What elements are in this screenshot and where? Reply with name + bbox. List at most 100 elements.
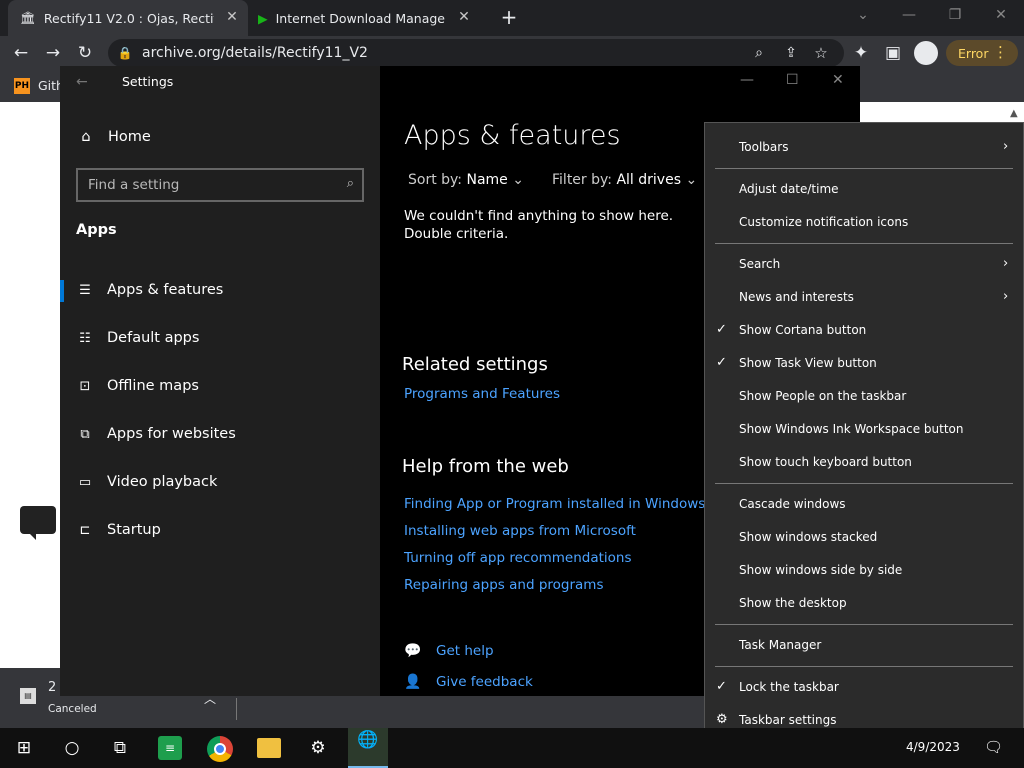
menu-item-news-and-interests[interactable]: News and interests › <box>705 281 1023 313</box>
zoom-icon[interactable]: ⌕ <box>748 42 770 64</box>
settings-title: Settings <box>122 74 174 89</box>
menu-item-label: Task Manager <box>739 638 822 652</box>
reload-icon[interactable]: ↻ <box>74 42 96 64</box>
filter-by-dropdown[interactable]: Filter by: All drives ⌄ <box>552 172 697 188</box>
sidebar-item-label: Startup <box>107 522 161 538</box>
menu-item-windows-side-by-side[interactable]: Show windows side by side <box>705 554 1023 586</box>
checkmark-icon: ✓ <box>716 355 727 370</box>
sidebar-item-label: Apps & features <box>107 282 224 298</box>
feedback-icon: 👤 <box>404 674 422 690</box>
menu-item-show-touch-keyboard[interactable]: Show touch keyboard button <box>705 446 1023 478</box>
error-button[interactable]: Error ⋮ <box>946 40 1018 66</box>
sidebar-item-video-playback[interactable]: ▭ Video playback <box>60 462 380 502</box>
menu-item-label: Show People on the taskbar <box>739 389 907 403</box>
share-icon[interactable]: ⇪ <box>780 42 802 64</box>
menu-item-show-task-view-button[interactable]: ✓ Show Task View button <box>705 347 1023 379</box>
sidebar-item-offline-maps[interactable]: ⊡ Offline maps <box>60 366 380 406</box>
menu-item-task-manager[interactable]: Task Manager <box>705 629 1023 661</box>
cortana-icon[interactable]: ○ <box>60 736 84 760</box>
tab-search-icon[interactable]: ⌄ <box>848 4 878 26</box>
menu-item-search[interactable]: Search › <box>705 248 1023 280</box>
menu-item-lock-taskbar[interactable]: ✓ Lock the taskbar <box>705 671 1023 703</box>
menu-item-customize-notification-icons[interactable]: Customize notification icons <box>705 206 1023 238</box>
browser-toolbar: ← → ↻ 🔒 archive.org/details/Rectify11_V2… <box>0 36 1024 70</box>
back-arrow-icon[interactable]: ← <box>10 42 32 64</box>
menu-item-show-ink-workspace[interactable]: Show Windows Ink Workspace button <box>705 413 1023 445</box>
profile-avatar-icon[interactable] <box>914 41 938 65</box>
help-link[interactable]: Repairing apps and programs <box>404 577 603 593</box>
sidebar-item-label: Video playback <box>107 474 218 490</box>
minimize-icon[interactable]: — <box>894 4 924 26</box>
search-icon[interactable]: ⌕ <box>347 176 354 191</box>
sidebar-item-apps-for-websites[interactable]: ⧉ Apps for websites <box>60 414 380 454</box>
browser-tab-2[interactable]: ▶ Internet Download Manager: Th ✕ <box>250 0 480 36</box>
settings-search-box[interactable]: ⌕ <box>76 168 364 202</box>
file-explorer-icon[interactable] <box>257 738 281 758</box>
menu-item-label: Search <box>739 257 781 271</box>
sidebar-item-startup[interactable]: ⊏ Startup <box>60 510 380 550</box>
extensions-puzzle-icon[interactable]: ✦ <box>850 42 872 64</box>
filter-value: All drives <box>616 172 681 188</box>
restore-icon[interactable]: ❐ <box>940 4 970 26</box>
menu-item-label: Show windows stacked <box>739 530 878 544</box>
menu-item-windows-stacked[interactable]: Show windows stacked <box>705 521 1023 553</box>
taskbar: ⊞ ○ ⧉ ≡ ⚙ 🌐 4/9/2023 🗨 <box>0 728 1024 768</box>
tab-close-icon[interactable]: ✕ <box>456 9 472 25</box>
notification-center-icon[interactable]: 🗨 <box>984 738 1003 756</box>
bookmark-star-icon[interactable]: ☆ <box>810 42 832 64</box>
tab-title: Internet Download Manager: Th <box>275 10 446 26</box>
internet-download-manager-icon[interactable]: 🌐 <box>348 728 388 768</box>
menu-item-cascade-windows[interactable]: Cascade windows <box>705 488 1023 520</box>
back-arrow-icon[interactable]: ← <box>76 74 88 90</box>
menu-item-show-desktop[interactable]: Show the desktop <box>705 587 1023 619</box>
empty-state-message: We couldn't find anything to show here. … <box>404 208 674 242</box>
programs-features-link[interactable]: Programs and Features <box>404 386 560 402</box>
close-icon[interactable]: ✕ <box>986 4 1016 26</box>
get-help-link[interactable]: 💬 Get help <box>404 643 493 659</box>
close-icon[interactable]: ✕ <box>832 72 844 88</box>
lock-icon[interactable]: 🔒 <box>114 42 136 64</box>
sidebar-item-apps-features[interactable]: ☰ Apps & features <box>60 270 380 310</box>
sidebar-item-home[interactable]: ⌂ Home <box>76 129 150 145</box>
maximize-icon[interactable]: ☐ <box>786 72 799 88</box>
menu-item-show-cortana-button[interactable]: ✓ Show Cortana button <box>705 314 1023 346</box>
tab-title: Rectify11 V2.0 : Ojas, Rectify11 <box>43 10 214 26</box>
download-name[interactable]: 2 <box>48 680 56 695</box>
sidebar-item-label: Apps for websites <box>107 426 236 442</box>
chat-bubble-icon[interactable] <box>20 506 56 540</box>
sidebar-item-label: Offline maps <box>107 378 199 394</box>
bookmark-favicon-icon: PH <box>14 78 30 94</box>
forward-arrow-icon[interactable]: → <box>42 42 64 64</box>
menu-item-show-people[interactable]: Show People on the taskbar <box>705 380 1023 412</box>
chrome-app-icon[interactable] <box>207 736 233 762</box>
help-link[interactable]: Turning off app recommendations <box>404 550 631 566</box>
menu-item-adjust-date-time[interactable]: Adjust date/time <box>705 173 1023 205</box>
help-link[interactable]: Installing web apps from Microsoft <box>404 523 636 539</box>
sidebar-item-default-apps[interactable]: ☷ Default apps <box>60 318 380 358</box>
menu-item-label: Toolbars <box>739 140 789 154</box>
help-link[interactable]: Finding App or Program installed in Wind… <box>404 496 705 512</box>
side-panel-icon[interactable]: ▣ <box>882 42 904 64</box>
task-view-icon[interactable]: ⧉ <box>108 736 132 760</box>
new-tab-button[interactable]: + <box>498 6 520 28</box>
tray-date[interactable]: 4/9/2023 <box>906 740 960 754</box>
menu-item-label: Taskbar settings <box>739 713 837 727</box>
search-input[interactable] <box>88 176 328 194</box>
menu-item-label: Show the desktop <box>739 596 847 610</box>
menu-separator <box>715 624 1013 625</box>
address-bar[interactable]: 🔒 archive.org/details/Rectify11_V2 ⌕ ⇪ ☆ <box>108 39 844 67</box>
menu-item-toolbars[interactable]: Toolbars › <box>705 131 1023 163</box>
sheets-app-icon[interactable]: ≡ <box>158 736 182 760</box>
give-feedback-link[interactable]: 👤 Give feedback <box>404 674 533 690</box>
more-menu-icon[interactable]: ⋮ <box>993 43 1008 61</box>
url-text[interactable]: archive.org/details/Rectify11_V2 <box>142 45 368 61</box>
sort-by-dropdown[interactable]: Sort by: Name ⌄ <box>408 172 524 188</box>
scroll-up-arrow-icon[interactable]: ▲ <box>1010 108 1018 119</box>
browser-tab-1[interactable]: 🏛 Rectify11 V2.0 : Ojas, Rectify11 ✕ <box>8 0 248 36</box>
menu-item-label: News and interests <box>739 290 854 304</box>
minimize-icon[interactable]: — <box>740 72 754 88</box>
tab-close-icon[interactable]: ✕ <box>224 9 240 25</box>
apps-features-icon: ☰ <box>79 282 91 298</box>
windows-start-icon[interactable]: ⊞ <box>12 736 36 760</box>
settings-gear-icon[interactable]: ⚙ <box>306 736 330 760</box>
